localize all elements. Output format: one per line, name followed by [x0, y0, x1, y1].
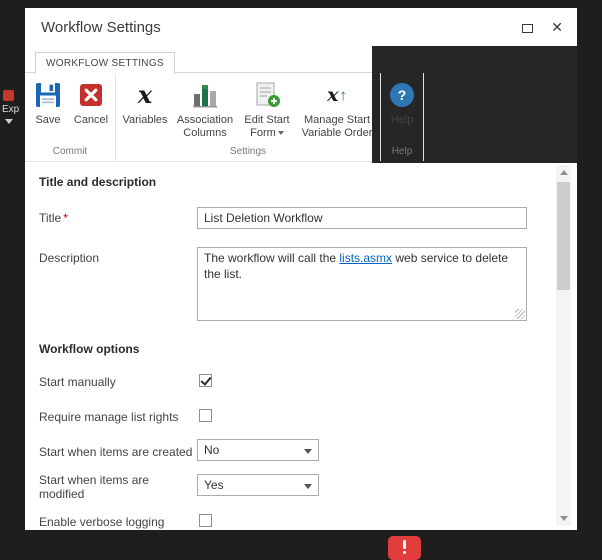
- help-label: Help: [391, 114, 414, 127]
- option-row: Enable verbose logging: [39, 509, 537, 530]
- workflow-settings-dialog: Workflow Settings ✕ WORKFLOW SETTINGS: [25, 8, 577, 530]
- start-when-created-label: Start when items are created: [39, 441, 197, 459]
- chevron-down-icon: [5, 119, 13, 124]
- ribbon-group-settings: x Variables: [116, 73, 381, 161]
- ribbon-group-help: ? Help Help: [381, 73, 424, 161]
- partial-button-label: Exp: [0, 104, 24, 115]
- required-asterisk: *: [63, 211, 68, 225]
- start-when-created-value: No: [204, 443, 219, 457]
- save-label: Save: [35, 114, 60, 127]
- option-row: Require manage list rights: [39, 404, 537, 426]
- variables-button[interactable]: x Variables: [119, 77, 171, 127]
- cancel-button[interactable]: Cancel: [70, 77, 112, 127]
- cancel-label: Cancel: [74, 114, 108, 127]
- title-label: Title*: [39, 207, 197, 225]
- maximize-icon[interactable]: [522, 24, 533, 33]
- background-partial-ribbon-button: Exp: [0, 90, 24, 124]
- group-label-settings: Settings: [116, 145, 380, 161]
- group-label-commit: Commit: [25, 145, 115, 161]
- group-label-help: Help: [381, 145, 423, 161]
- scrollbar-thumb[interactable]: [557, 182, 570, 290]
- help-icon: ?: [390, 79, 414, 111]
- dialog-title: Workflow Settings: [41, 19, 161, 36]
- description-text-before: The workflow will call the: [204, 251, 339, 265]
- enable-verbose-logging-label: Enable verbose logging: [39, 511, 197, 529]
- ribbon-group-commit: Save Cancel Commit: [25, 73, 116, 161]
- variables-label: Variables: [122, 114, 167, 127]
- dropdown-caret-icon: [278, 131, 284, 135]
- option-row: Start manually: [39, 369, 537, 391]
- lists-asmx-link[interactable]: lists.asmx: [339, 251, 392, 265]
- start-when-created-select[interactable]: No: [197, 439, 319, 461]
- close-icon[interactable]: ✕: [551, 20, 563, 34]
- edit-start-form-button[interactable]: Edit Start Form: [239, 77, 295, 139]
- description-label: Description: [39, 247, 197, 265]
- section-workflow-options: Workflow options: [39, 342, 537, 356]
- start-when-modified-label: Start when items are modified: [39, 469, 197, 501]
- option-row: Start when items are created No: [39, 439, 537, 461]
- vertical-scrollbar[interactable]: [556, 165, 571, 526]
- dialog-titlebar: Workflow Settings ✕: [25, 8, 577, 46]
- scroll-down-arrow[interactable]: [556, 511, 571, 526]
- scroll-up-arrow[interactable]: [556, 165, 571, 180]
- enable-verbose-logging-checkbox[interactable]: [199, 514, 212, 527]
- cancel-icon: [79, 79, 103, 111]
- select-caret-icon: [304, 484, 312, 489]
- export-icon: [3, 90, 14, 101]
- section-title-and-description: Title and description: [39, 175, 537, 189]
- start-manually-label: Start manually: [39, 371, 197, 389]
- up-arrow-icon: ↑: [339, 88, 347, 103]
- require-manage-list-rights-checkbox[interactable]: [199, 409, 212, 422]
- ribbon: WORKFLOW SETTINGS: [25, 46, 372, 162]
- save-button[interactable]: Save: [28, 77, 68, 127]
- start-manually-checkbox[interactable]: [199, 374, 212, 387]
- association-columns-icon: [191, 79, 219, 111]
- description-textarea[interactable]: The workflow will call the lists.asmx we…: [197, 247, 527, 321]
- tab-workflow-settings[interactable]: WORKFLOW SETTINGS: [35, 52, 175, 74]
- require-manage-list-rights-label: Require manage list rights: [39, 406, 197, 424]
- edit-start-form-label: Edit Start Form: [242, 114, 292, 139]
- variables-icon: x: [138, 79, 152, 111]
- start-when-modified-select[interactable]: Yes: [197, 474, 319, 496]
- resize-handle[interactable]: [515, 309, 525, 319]
- dialog-content: Title and description Title* Description…: [25, 163, 577, 530]
- title-row: Title*: [39, 207, 537, 229]
- exclamation-icon: [403, 540, 406, 549]
- ribbon-tab-row: WORKFLOW SETTINGS: [25, 46, 372, 73]
- description-row: Description The workflow will call the l…: [39, 247, 537, 321]
- select-caret-icon: [304, 449, 312, 454]
- association-columns-button[interactable]: Association Columns: [173, 77, 237, 139]
- notification-button[interactable]: [388, 536, 421, 560]
- option-row: Start when items are modified Yes: [39, 474, 537, 496]
- help-button[interactable]: ? Help: [384, 77, 420, 127]
- manage-start-variable-order-icon: x↑: [327, 79, 347, 111]
- manage-start-variable-order-label: Manage Start Variable Order: [300, 114, 374, 139]
- association-columns-label: Association Columns: [176, 114, 234, 139]
- start-when-modified-value: Yes: [204, 478, 224, 492]
- save-icon: [35, 79, 61, 111]
- edit-start-form-icon: [253, 79, 281, 111]
- title-input[interactable]: [197, 207, 527, 229]
- exclamation-dot: [403, 551, 406, 554]
- manage-start-variable-order-button[interactable]: x↑ Manage Start Variable Order: [297, 77, 377, 139]
